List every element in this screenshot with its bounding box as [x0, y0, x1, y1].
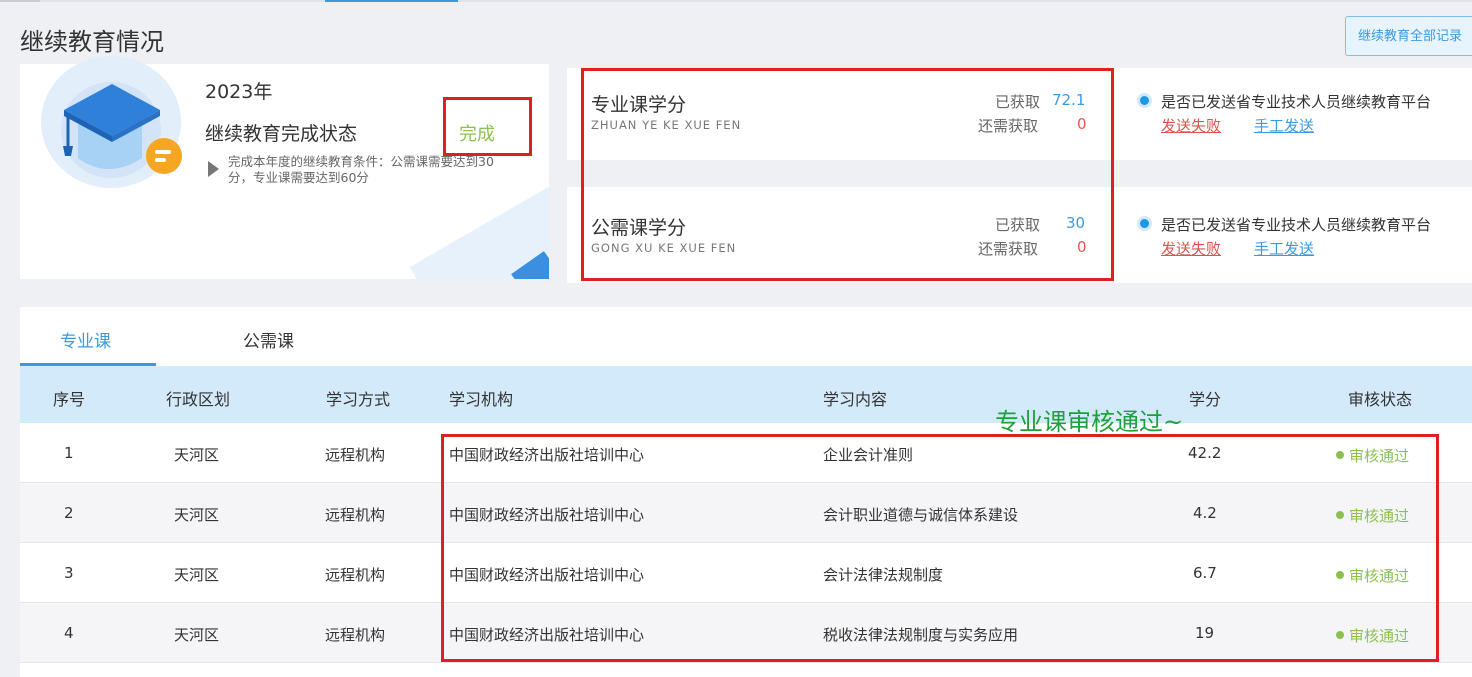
graduation-cap-icon — [26, 38, 186, 188]
tab-public-course[interactable]: 公需课 — [243, 327, 294, 352]
play-triangle-icon — [208, 161, 219, 177]
header-study-mode: 学习方式 — [326, 390, 391, 409]
manual-send-link[interactable]: 手工发送 — [1254, 115, 1314, 136]
send-status-question: 是否已发送省专业技术人员继续教育平台 — [1161, 216, 1432, 234]
status-dot-icon — [1140, 219, 1149, 228]
status-dot-icon — [1140, 96, 1149, 105]
cell-district: 天河区 — [174, 626, 220, 644]
cell-district: 天河区 — [174, 446, 220, 464]
cell-district: 天河区 — [174, 506, 220, 524]
cell-index: 4 — [64, 624, 74, 642]
top-tab-strip — [0, 0, 1472, 2]
cell-index: 3 — [64, 564, 74, 582]
annotation-box-status — [443, 97, 532, 156]
all-records-button[interactable]: 继续教育全部记录 — [1345, 16, 1472, 56]
header-index: 序号 — [53, 390, 86, 409]
annotation-box-credits — [581, 68, 1114, 281]
annotation-text: 专业课审核通过~ — [995, 408, 1184, 436]
cell-district: 天河区 — [174, 566, 220, 584]
header-district: 行政区划 — [166, 390, 231, 409]
status-year: 2023年 — [205, 81, 273, 103]
header-review-status: 审核状态 — [1348, 390, 1413, 409]
cell-index: 2 — [64, 504, 74, 522]
send-status-card — [1115, 68, 1472, 160]
manual-send-link[interactable]: 手工发送 — [1254, 238, 1314, 259]
tab-professional-course[interactable]: 专业课 — [60, 327, 111, 352]
annotation-box-table — [441, 434, 1439, 662]
cell-study-mode: 远程机构 — [325, 626, 386, 644]
row-divider — [20, 662, 1472, 663]
header-institution: 学习机构 — [449, 390, 514, 409]
send-status-question: 是否已发送省专业技术人员继续教育平台 — [1161, 93, 1432, 111]
header-content: 学习内容 — [823, 390, 888, 409]
cell-index: 1 — [64, 444, 74, 462]
send-status-card — [1115, 187, 1472, 283]
cell-study-mode: 远程机构 — [325, 446, 386, 464]
table-header — [20, 366, 1472, 423]
header-credits: 学分 — [1189, 390, 1222, 409]
cell-study-mode: 远程机构 — [325, 506, 386, 524]
completion-condition-text: 完成本年度的继续教育条件：公需课需要达到30分，专业课需要达到60分 — [228, 154, 494, 185]
send-failed-link[interactable]: 发送失败 — [1161, 115, 1221, 136]
send-failed-link[interactable]: 发送失败 — [1161, 238, 1221, 259]
completion-status-label: 继续教育完成状态 — [205, 123, 358, 145]
cell-study-mode: 远程机构 — [325, 566, 386, 584]
